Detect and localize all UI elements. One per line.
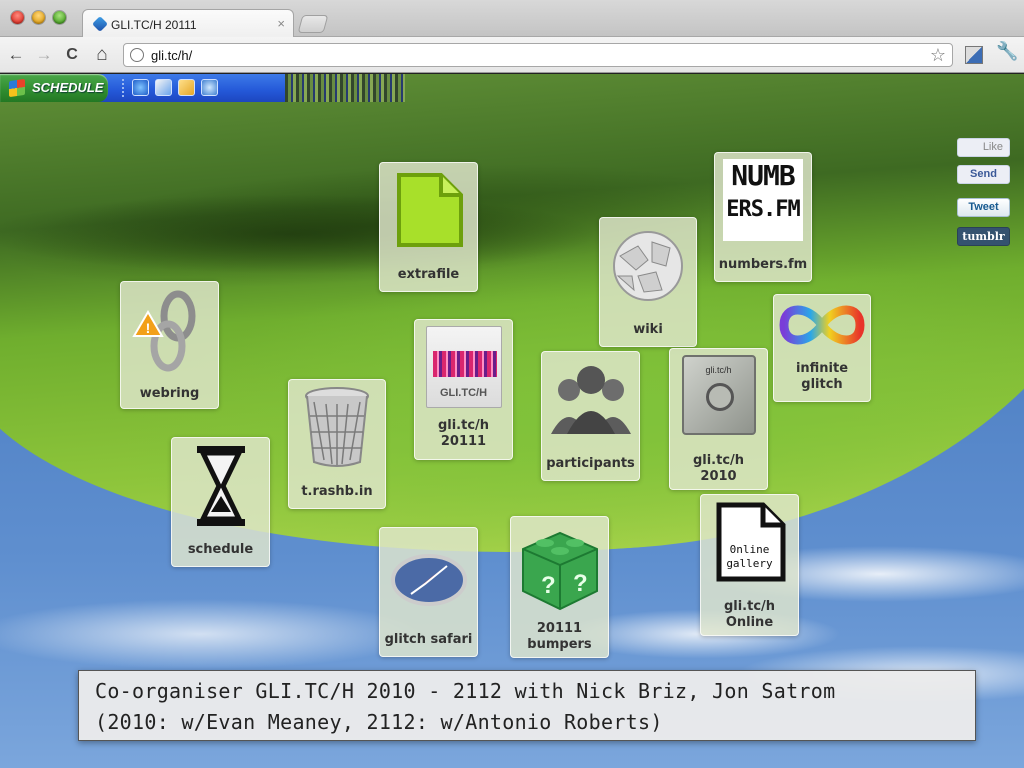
- trash-label: t.rashb.in: [301, 484, 373, 499]
- participants-icon-tile[interactable]: participants: [541, 351, 640, 481]
- glitch-artifact: [432, 351, 497, 377]
- gli-tc-h-20111-label-1: gli.tc/h: [437, 418, 490, 433]
- infinite-glitch-label-2: glitch: [801, 377, 843, 392]
- bumpers-label-1: 20111: [536, 621, 583, 636]
- tumblr-button[interactable]: tumblr: [957, 227, 1010, 246]
- caption-box: Co-organiser GLI.TC/H 2010 - 2112 with N…: [78, 670, 976, 741]
- url-text[interactable]: gli.tc/h/: [151, 48, 192, 63]
- home-button[interactable]: ⌂: [92, 45, 112, 65]
- trash-bin-icon: [305, 387, 369, 467]
- facebook-send-button[interactable]: Send: [957, 165, 1010, 184]
- numbers-logo-line-2: ERS.FM: [726, 197, 800, 222]
- messenger-icon[interactable]: [201, 79, 218, 96]
- forward-button[interactable]: →: [34, 45, 54, 65]
- gli-tc-h-20111-icon-tile[interactable]: GLI.TC/H gli.tc/h 20111: [414, 319, 513, 460]
- file-icon: [396, 173, 463, 247]
- wikipedia-globe-icon: [613, 231, 683, 301]
- online-gallery-icon-tile[interactable]: 0nline gallery gli.tc/h Online: [700, 494, 799, 636]
- glitch-safari-label: glitch safari: [384, 632, 473, 647]
- online-gallery-art-line-2: gallery: [726, 557, 773, 570]
- participants-label: participants: [546, 456, 635, 471]
- document-logo-text: GLI.TC/H: [439, 387, 488, 399]
- glitch-artifact-strip: [285, 74, 405, 102]
- caption-line-2: (2010: w/Evan Meaney, 2112: w/Antonio Ro…: [95, 710, 663, 734]
- window-titlebar: GLI.TC/H 20111 ×: [0, 0, 1024, 38]
- infinite-glitch-label-1: infinite: [795, 361, 849, 376]
- folder-icon[interactable]: [178, 79, 195, 96]
- glitched-document-icon: GLI.TC/H: [425, 326, 502, 408]
- gli-tc-h-2010-icon-tile[interactable]: gli.tc/h gli.tc/h 2010: [669, 348, 768, 490]
- windows-flag-icon: [9, 78, 25, 98]
- numbers-fm-icon-tile[interactable]: NUMB ERS.FM numbers.fm: [714, 152, 812, 282]
- back-button[interactable]: ←: [6, 45, 26, 65]
- svg-text:?: ?: [573, 570, 588, 597]
- wiki-icon-tile[interactable]: wiki: [599, 217, 697, 347]
- wrench-icon[interactable]: 🔧: [996, 41, 1018, 62]
- svg-text:!: !: [145, 320, 150, 336]
- svg-text:?: ?: [541, 572, 556, 599]
- address-bar[interactable]: gli.tc/h/ ☆: [123, 43, 953, 67]
- hill-shadow: [0, 194, 600, 274]
- schedule-start-button[interactable]: SCHEDULE: [0, 74, 108, 102]
- infinity-icon: [779, 305, 865, 345]
- numbers-fm-logo: NUMB ERS.FM: [723, 159, 803, 241]
- taskbar: SCHEDULE: [0, 74, 285, 102]
- bookmark-star-icon[interactable]: ☆: [930, 45, 946, 66]
- numbers-fm-label: numbers.fm: [718, 257, 808, 272]
- new-tab-button[interactable]: [297, 15, 329, 33]
- bumpers-label-2: bumpers: [527, 637, 592, 652]
- tab-close-icon[interactable]: ×: [277, 16, 285, 31]
- browser-toolbar: ← → C ⌂ gli.tc/h/ ☆: [0, 37, 1024, 73]
- globe-icon: [130, 48, 144, 62]
- online-gallery-label-1: gli.tc/h: [723, 599, 776, 614]
- bumpers-icon-tile[interactable]: ? ? 20111 bumpers: [510, 516, 609, 658]
- page-viewport: SCHEDULE extrafile NUMB ERS.FM numbers.f…: [0, 74, 1024, 768]
- tab-title: GLI.TC/H 20111: [111, 18, 197, 32]
- webring-icon-tile[interactable]: ! webring: [120, 281, 219, 409]
- online-gallery-art: 0nline gallery: [701, 543, 798, 571]
- schedule-icon-tile[interactable]: schedule: [171, 437, 270, 567]
- compass-icon: [390, 554, 467, 606]
- gli-tc-h-2010-label-1: gli.tc/h: [692, 453, 745, 468]
- hourglass-icon: [196, 446, 245, 526]
- online-gallery-art-line-1: 0nline: [729, 543, 770, 556]
- media-icon[interactable]: [155, 79, 172, 96]
- safe-dial-icon: [705, 383, 734, 411]
- gli-tc-h-20111-label-2: 20111: [440, 434, 487, 449]
- trash-icon-tile[interactable]: t.rashb.in: [288, 379, 386, 509]
- users-icon: [550, 366, 631, 434]
- webring-label: webring: [139, 386, 200, 401]
- quick-launch-bar: [122, 79, 218, 97]
- caption-line-1: Co-organiser GLI.TC/H 2010 - 2112 with N…: [95, 679, 836, 703]
- page-action-icon[interactable]: [965, 46, 983, 64]
- schedule-label: schedule: [187, 542, 254, 557]
- reload-button[interactable]: C: [62, 45, 82, 65]
- lego-brick-icon: ? ?: [521, 531, 598, 611]
- zoom-window-button[interactable]: [53, 11, 66, 24]
- wiki-label: wiki: [633, 322, 663, 337]
- start-button-label: SCHEDULE: [32, 80, 104, 95]
- numbers-logo-line-1: NUMB: [731, 159, 795, 192]
- ie-icon[interactable]: [132, 79, 149, 96]
- chain-link-warning-icon: !: [131, 290, 195, 372]
- extrafile-icon-tile[interactable]: extrafile: [379, 162, 478, 292]
- extrafile-label: extrafile: [397, 267, 460, 282]
- browser-tab[interactable]: GLI.TC/H 20111 ×: [82, 9, 294, 38]
- glitch-safari-icon-tile[interactable]: glitch safari: [379, 527, 478, 657]
- facebook-like-button[interactable]: Like: [957, 138, 1010, 157]
- gli-tc-h-2010-label-2: 2010: [700, 469, 737, 484]
- safe-icon: gli.tc/h: [681, 355, 756, 435]
- tweet-button[interactable]: Tweet: [957, 198, 1010, 217]
- tab-favicon-icon: [92, 16, 108, 32]
- safe-label: gli.tc/h: [705, 365, 732, 375]
- close-window-button[interactable]: [11, 11, 24, 24]
- minimize-window-button[interactable]: [32, 11, 45, 24]
- infinite-glitch-icon-tile[interactable]: infinite glitch: [773, 294, 871, 402]
- online-gallery-label-2: Online: [725, 615, 774, 630]
